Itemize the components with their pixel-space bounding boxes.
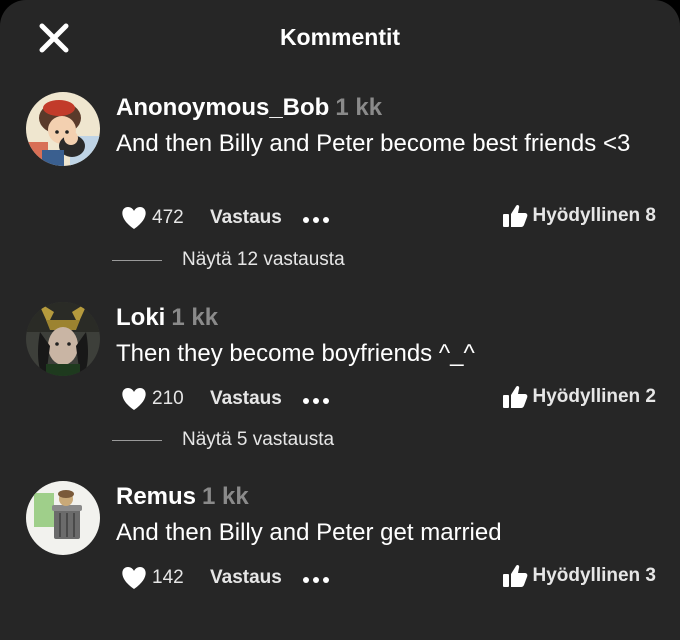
heart-icon [122,567,146,589]
page-title: Kommentit [279,24,401,50]
divider [112,260,162,261]
comment-time: 1 kk [202,483,249,510]
like-button[interactable]: 142 [120,564,184,592]
more-button[interactable] [302,566,332,590]
more-button[interactable] [302,206,332,230]
helpful-label: Hyödyllinen 3 [532,565,656,586]
comment-time: 1 kk [335,94,383,121]
comments-sheet: Kommentit Anonoymous_Bob 1 kk And then Bi… [0,0,680,640]
heart-icon [122,388,146,410]
helpful-label: Hyödyllinen 8 [532,205,656,226]
reply-button[interactable]: Vastaus [210,567,282,589]
helpful-button[interactable]: Hyödyllinen 8 [502,204,656,228]
like-count: 142 [152,567,184,588]
comment-author[interactable]: Loki [116,304,165,331]
helpful-label: Hyödyllinen 2 [532,386,656,407]
view-replies-link[interactable]: Näytä 12 vastausta [182,249,345,271]
comment-text: And then Billy and Peter get married [116,519,502,546]
more-button[interactable] [302,387,332,411]
comment-meta: Remus 1 kk [116,483,249,511]
reply-button[interactable]: Vastaus [210,207,282,229]
avatar[interactable] [26,481,100,555]
thumbs-up-icon [503,564,528,587]
heart-icon [122,207,146,229]
like-count: 210 [152,388,184,409]
comment-meta: Loki 1 kk [116,304,218,332]
avatar[interactable] [26,302,100,376]
comment-author[interactable]: Anonoymous_Bob [116,94,329,121]
comments-header: Kommentit [0,0,680,76]
like-button[interactable]: 210 [120,385,184,413]
more-dots-icon [303,398,329,404]
like-button[interactable]: 472 [120,204,184,232]
comment-meta: Anonoymous_Bob 1 kk [116,94,382,122]
more-dots-icon [303,217,329,223]
thumbs-up-icon [503,385,528,408]
comment-time: 1 kk [171,304,219,331]
comment-actions: 210 Vastaus Hyödyllinen 2 [116,383,656,415]
comment-author[interactable]: Remus [116,483,196,510]
divider [112,440,162,441]
comment-text: And then Billy and Peter become best fri… [116,130,631,157]
helpful-button[interactable]: Hyödyllinen 2 [502,385,656,409]
like-count: 472 [152,207,184,228]
helpful-button[interactable]: Hyödyllinen 3 [502,564,656,588]
view-replies-link[interactable]: Näytä 5 vastausta [182,429,334,451]
reply-button[interactable]: Vastaus [210,388,282,410]
thumbs-up-icon [503,204,528,227]
comment-text: Then they become boyfriends ^_^ [116,340,475,367]
more-dots-icon [303,577,329,583]
avatar[interactable] [26,92,100,166]
comment-actions: 472 Vastaus Hyödyllinen 8 [116,202,656,234]
comment-actions: 142 Vastaus Hyödyllinen 3 [116,562,656,594]
